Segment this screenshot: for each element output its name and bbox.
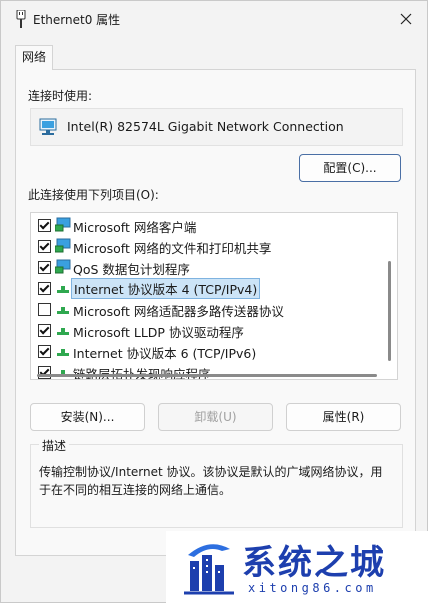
description-group: 描述 传输控制协议/Internet 协议。该协议是默认的广域网络协议，用于在不… xyxy=(30,437,403,528)
close-button[interactable] xyxy=(395,8,417,30)
item-label: Microsoft 网络的文件和打印机共享 xyxy=(73,241,272,256)
items-list[interactable]: Microsoft 网络客户端 Microsoft 网络的文件和打印机共享 Qo… xyxy=(30,212,398,380)
properties-window: Ethernet0 属性 网络 连接时使用: Intel(R) 82574L G… xyxy=(0,0,428,603)
protocol-icon xyxy=(57,286,69,293)
network-adapter-icon xyxy=(39,118,57,135)
description-text: 传输控制协议/Internet 协议。该协议是默认的广域网络协议，用于在不同的相… xyxy=(39,465,383,497)
network-tab-panel: 连接时使用: Intel(R) 82574L Gigabit Network C… xyxy=(15,69,416,556)
ethernet-icon xyxy=(16,10,26,28)
list-item[interactable]: QoS 数据包计划程序 xyxy=(31,256,383,277)
install-button[interactable]: 安装(N)... xyxy=(30,403,145,431)
items-label: 此连接使用下列项目(O): xyxy=(28,188,159,202)
protocol-icon xyxy=(57,307,69,314)
item-label: Microsoft 网络适配器多路传送器协议 xyxy=(73,304,284,319)
network-client-icon xyxy=(55,238,71,253)
list-item[interactable]: Microsoft 网络客户端 xyxy=(31,214,383,235)
window-title: Ethernet0 属性 xyxy=(33,13,121,27)
item-label: Microsoft 网络客户端 xyxy=(73,220,197,235)
item-label: Internet 协议版本 4 (TCP/IPv4) xyxy=(71,278,261,299)
connect-using-label: 连接时使用: xyxy=(28,89,93,103)
list-item[interactable]: Internet 协议版本 6 (TCP/IPv6) xyxy=(31,340,383,361)
properties-button[interactable]: 属性(R) xyxy=(286,403,401,431)
adapter-name: Intel(R) 82574L Gigabit Network Connecti… xyxy=(67,119,344,134)
network-client-icon xyxy=(55,217,71,232)
watermark: 系统之城 xitong86.com xyxy=(166,531,428,603)
protocol-icon xyxy=(57,328,69,335)
item-checkbox[interactable] xyxy=(38,345,51,358)
item-label: Microsoft LLDP 协议驱动程序 xyxy=(73,325,244,340)
description-title: 描述 xyxy=(39,437,70,454)
item-checkbox[interactable] xyxy=(38,261,51,274)
vertical-scrollbar[interactable] xyxy=(383,213,397,379)
adapter-box: Intel(R) 82574L Gigabit Network Connecti… xyxy=(30,108,403,146)
tab-network[interactable]: 网络 xyxy=(15,45,53,70)
uninstall-button[interactable]: 卸载(U) xyxy=(158,403,273,431)
item-checkbox[interactable] xyxy=(38,324,51,337)
list-item-selected[interactable]: Internet 协议版本 4 (TCP/IPv4) xyxy=(31,277,383,299)
horizontal-scrollbar[interactable] xyxy=(31,373,383,379)
item-checkbox[interactable] xyxy=(38,219,51,232)
watermark-title: 系统之城 xyxy=(242,543,386,583)
scrollbar-thumb[interactable] xyxy=(388,261,391,361)
item-checkbox[interactable] xyxy=(38,282,51,295)
list-item[interactable]: Microsoft LLDP 协议驱动程序 xyxy=(31,319,383,340)
list-item[interactable]: Microsoft 网络的文件和打印机共享 xyxy=(31,235,383,256)
list-item[interactable]: Microsoft 网络适配器多路传送器协议 xyxy=(31,298,383,319)
close-icon xyxy=(400,13,412,25)
watermark-url: xitong86.com xyxy=(248,581,377,595)
network-client-icon xyxy=(55,259,71,274)
watermark-logo-icon xyxy=(184,544,234,595)
title-bar: Ethernet0 属性 xyxy=(1,1,427,37)
horizontal-scrollbar-thumb[interactable] xyxy=(37,374,377,377)
item-checkbox[interactable] xyxy=(38,303,51,316)
configure-button[interactable]: 配置(C)... xyxy=(299,154,401,182)
item-label: QoS 数据包计划程序 xyxy=(73,262,190,277)
item-checkbox[interactable] xyxy=(38,240,51,253)
item-label: Internet 协议版本 6 (TCP/IPv6) xyxy=(73,346,257,361)
protocol-icon xyxy=(57,349,69,356)
